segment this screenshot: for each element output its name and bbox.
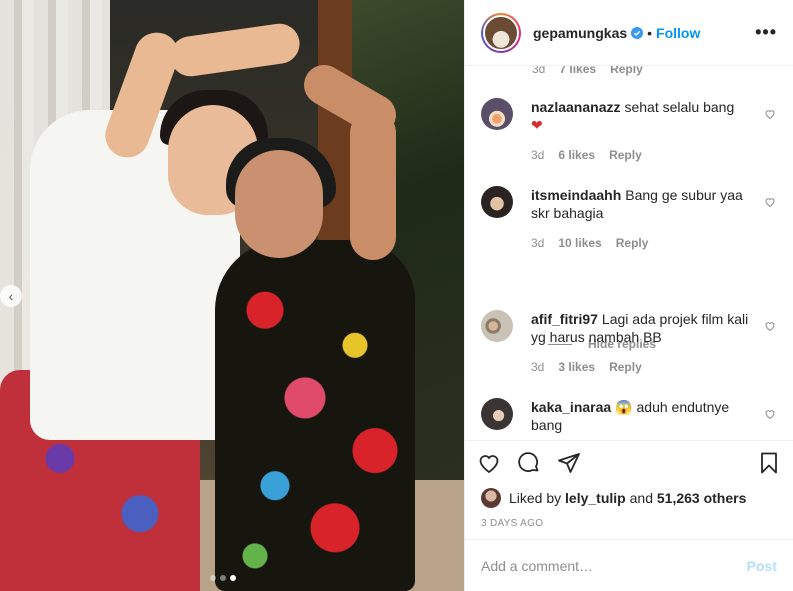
comment-like-heart-icon[interactable]	[764, 408, 776, 420]
comment-body: sehat selalu bang	[624, 99, 735, 115]
person-right-face	[235, 150, 323, 258]
comment-like-heart-icon[interactable]	[764, 320, 776, 332]
comment-avatar[interactable]	[481, 98, 513, 130]
comment-meta-partial: 3d 7 likes Reply	[532, 66, 643, 76]
comment-meta: 3d 3 likes Reply	[531, 360, 752, 374]
person-right-arm	[350, 110, 396, 260]
carousel-dot	[220, 575, 226, 581]
person-right-dress	[215, 240, 415, 591]
comment-time: 3d	[531, 148, 545, 162]
carousel-prev-button[interactable]: ‹	[0, 285, 22, 307]
comment-username[interactable]: kaka_inaraa	[531, 399, 611, 415]
comment-reply-button[interactable]: Reply	[616, 236, 649, 250]
comments-list[interactable]: 3d 7 likes Reply nazlaananazz sehat selal…	[465, 66, 793, 440]
comment-likes[interactable]: 7 likes	[559, 66, 596, 76]
heart-emoji-icon: ❤	[531, 117, 543, 133]
comment-time: 3d	[531, 360, 545, 374]
carousel-dot-active	[230, 575, 236, 581]
comment-time: 3d	[531, 236, 545, 250]
comment-meta: 3d 6 likes Reply	[531, 148, 752, 162]
comment-avatar[interactable]	[481, 186, 513, 218]
comment-text: afif_fitri97 Lagi ada projek film kali yg…	[531, 310, 752, 346]
comment-like-heart-icon[interactable]	[764, 196, 776, 208]
liked-by-avatar[interactable]	[481, 488, 501, 508]
add-comment-input[interactable]	[481, 557, 747, 574]
like-heart-icon[interactable]	[477, 451, 501, 475]
comment-reply-button[interactable]: Reply	[609, 360, 642, 374]
comment-username[interactable]: afif_fitri97	[531, 311, 598, 327]
liked-by: Liked by lely_tulip and 51,263 others	[465, 484, 793, 512]
carousel-dots	[210, 575, 236, 581]
post-photo[interactable]: ‹	[0, 0, 464, 591]
author-username[interactable]: gepamungkas	[533, 25, 627, 41]
verified-badge-icon	[631, 26, 644, 39]
avatar-image	[483, 14, 519, 51]
share-paper-plane-icon[interactable]	[557, 451, 581, 475]
comment-avatar[interactable]	[481, 310, 513, 342]
liked-by-and: and	[629, 490, 653, 506]
follow-button[interactable]: Follow	[656, 25, 700, 41]
post-comment-button[interactable]: Post	[747, 558, 777, 574]
post-timestamp[interactable]: 3 DAYS AGO	[465, 512, 793, 539]
comment-text: kaka_inaraa 😱 aduh endutnye bang	[531, 398, 752, 434]
instagram-post: ‹ gepamungkas • Follow ••• 3d 7 likes Re…	[0, 0, 793, 591]
author-avatar[interactable]	[481, 12, 521, 53]
comment-likes[interactable]: 3 likes	[558, 360, 595, 374]
post-actions	[465, 440, 793, 484]
person-left-forearm	[167, 21, 303, 79]
comment-likes[interactable]: 10 likes	[558, 236, 601, 250]
likes-count[interactable]: 51,263 others	[657, 490, 747, 506]
comment-item: afif_fitri97 Lagi ada projek film kali yg…	[481, 310, 778, 374]
add-comment-bar: Post	[465, 539, 793, 591]
comment-item: itsmeindaahh Bang ge subur yaa skr bahagi…	[481, 186, 778, 250]
comment-username[interactable]: nazlaananazz	[531, 99, 620, 115]
post-side-panel: gepamungkas • Follow ••• 3d 7 likes Repl…	[464, 0, 793, 591]
comment-text: itsmeindaahh Bang ge subur yaa skr bahagi…	[531, 186, 752, 222]
carousel-dot	[210, 575, 216, 581]
liked-by-prefix: Liked by	[509, 490, 562, 506]
post-header: gepamungkas • Follow •••	[465, 0, 793, 66]
comment-reply-button[interactable]: Reply	[610, 66, 643, 76]
separator-bullet: •	[647, 24, 653, 41]
comment-meta: 3d 10 likes Reply	[531, 236, 752, 250]
bookmark-icon[interactable]	[757, 451, 781, 475]
comment-item: kaka_inaraa 😱 aduh endutnye bang	[481, 398, 778, 434]
comment-like-heart-icon[interactable]	[764, 108, 776, 120]
comment-text: nazlaananazz sehat selalu bang ❤	[531, 98, 752, 134]
more-options-icon[interactable]: •••	[755, 22, 777, 43]
comment-username[interactable]: itsmeindaahh	[531, 187, 621, 203]
comment-avatar[interactable]	[481, 398, 513, 430]
comment-time: 3d	[532, 66, 546, 76]
comment-bubble-icon[interactable]	[517, 451, 541, 475]
chevron-left-icon: ‹	[8, 288, 14, 304]
scream-emoji-icon: 😱	[615, 399, 633, 415]
comment-likes[interactable]: 6 likes	[558, 148, 595, 162]
comment-reply-button[interactable]: Reply	[609, 148, 642, 162]
liked-by-user[interactable]: lely_tulip	[565, 490, 626, 506]
comment-item: nazlaananazz sehat selalu bang ❤ 3d 6 lik…	[481, 98, 778, 162]
